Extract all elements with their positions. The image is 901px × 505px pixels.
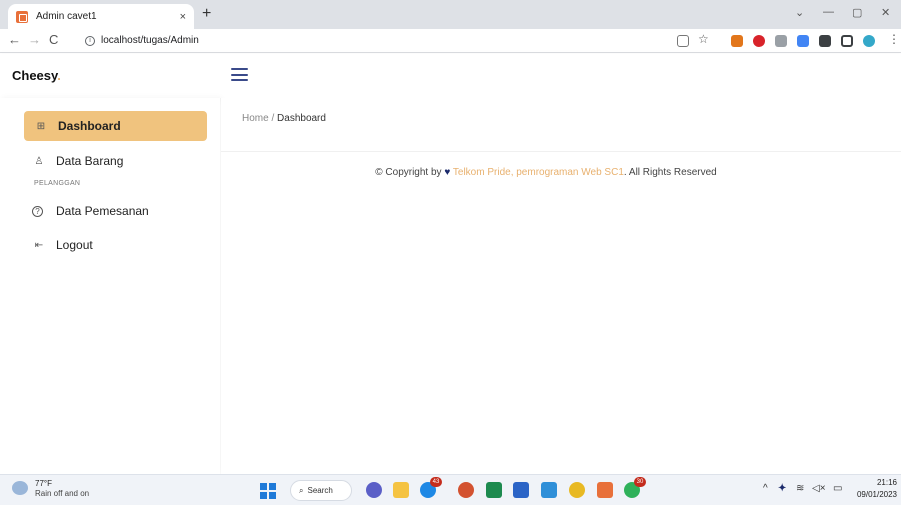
file-explorer-icon[interactable]: [393, 482, 409, 498]
sidebar-item-data-pemesanan[interactable]: ? Data Pemesanan: [24, 198, 149, 224]
browser-tab[interactable]: Admin cavet1 ×: [8, 4, 194, 29]
logout-icon: ⇤: [34, 239, 44, 251]
brand-name: Cheesy: [12, 68, 58, 83]
app-header: Cheesy.: [0, 54, 901, 98]
address-url: localhost/tugas/Admin: [101, 35, 199, 46]
sidebar-item-data-barang[interactable]: ♙ Data Barang: [24, 148, 124, 174]
footer-link[interactable]: Telkom Pride, pemrograman Web SC1: [453, 167, 624, 178]
sidebar-item-label: Data Pemesanan: [56, 204, 149, 218]
extensions-puzzle-icon[interactable]: [819, 35, 831, 47]
weather-rain-icon[interactable]: [12, 481, 28, 495]
breadcrumb-home[interactable]: Home: [242, 113, 269, 124]
excel-icon[interactable]: [486, 482, 502, 498]
close-window-button[interactable]: ✕: [881, 6, 890, 19]
sidebar-item-label: Logout: [56, 238, 93, 252]
site-info-icon[interactable]: i: [85, 35, 95, 46]
side-panel-icon[interactable]: [841, 35, 853, 47]
minimize-button[interactable]: —: [823, 6, 834, 18]
content-divider: [221, 151, 901, 152]
breadcrumb: Home / Dashboard: [242, 113, 326, 124]
battery-icon[interactable]: ▭: [833, 483, 842, 494]
windows-taskbar: 77°F Rain off and on ⌕ Search 43 30 ^ ✦ …: [0, 474, 901, 505]
maximize-button[interactable]: ▢: [852, 6, 862, 19]
tab-close-icon[interactable]: ×: [180, 11, 186, 23]
browser-tab-strip: Admin cavet1 × + ⌄ — ▢ ✕: [0, 0, 901, 29]
sidebar-item-label: Dashboard: [58, 119, 121, 133]
chrome-icon[interactable]: [569, 482, 585, 498]
dropbox-tray-icon[interactable]: ✦: [778, 483, 786, 494]
weather-temperature[interactable]: 77°F: [35, 479, 52, 488]
sidebar-section-heading: PELANGGAN: [34, 180, 81, 187]
sidebar-item-logout[interactable]: ⇤ Logout: [24, 232, 93, 258]
reload-button[interactable]: C: [49, 32, 58, 47]
heart-icon: ♥: [444, 167, 451, 178]
browser-menu-icon[interactable]: ⋮: [888, 32, 900, 46]
taskbar-search-box[interactable]: ⌕ Search: [290, 480, 352, 501]
profile-avatar-icon[interactable]: [863, 35, 875, 47]
brand-dot: .: [57, 68, 61, 83]
teams-chat-icon[interactable]: [366, 482, 382, 498]
clock-date[interactable]: 09/01/2023: [857, 490, 897, 499]
brand-logo[interactable]: Cheesy.: [12, 68, 61, 83]
address-bar[interactable]: i localhost/tugas/Admin: [85, 31, 715, 50]
clock-time[interactable]: 21:16: [877, 478, 897, 487]
metamask-extension-icon[interactable]: [731, 35, 743, 47]
wifi-icon[interactable]: ≋: [796, 483, 804, 494]
word-icon[interactable]: [513, 482, 529, 498]
sidebar-item-dashboard[interactable]: ⊞ Dashboard: [24, 111, 207, 141]
sidebar: ⊞ Dashboard ♙ Data Barang PELANGGAN ? Da…: [0, 98, 220, 474]
copyright-footer: © Copyright by ♥ Telkom Pride, pemrogram…: [221, 167, 871, 178]
user-icon: ♙: [34, 155, 44, 167]
weather-description[interactable]: Rain off and on: [35, 489, 89, 498]
footer-suffix: . All Rights Reserved: [623, 167, 717, 178]
bookmark-star-icon[interactable]: ☆: [698, 32, 709, 46]
tab-search-chevron-icon[interactable]: ⌄: [795, 6, 804, 19]
help-circle-icon: ?: [32, 205, 43, 217]
new-tab-button[interactable]: +: [202, 5, 211, 23]
tab-title: Admin cavet1: [36, 11, 97, 22]
main-content: Home / Dashboard © Copyright by ♥ Telkom…: [221, 98, 901, 474]
opera-extension-icon[interactable]: [753, 35, 765, 47]
breadcrumb-separator: /: [271, 113, 275, 124]
search-icon: ⌕: [299, 485, 304, 495]
menu-toggle-icon[interactable]: [231, 68, 248, 81]
footer-prefix: © Copyright by: [375, 167, 442, 178]
vscode-icon[interactable]: [541, 482, 557, 498]
notification-badge: 43: [430, 477, 442, 487]
browser-toolbar: ← → C i localhost/tugas/Admin ☆ ⋮: [0, 29, 901, 53]
whatsapp-icon[interactable]: 30: [624, 477, 646, 498]
edge-browser-icon[interactable]: 43: [420, 477, 442, 498]
grid-icon: ⊞: [36, 120, 46, 132]
powerpoint-icon[interactable]: [458, 482, 474, 498]
back-button[interactable]: ←: [8, 32, 21, 47]
breadcrumb-current: Dashboard: [277, 113, 326, 124]
tray-overflow-chevron-icon[interactable]: ^: [763, 483, 768, 494]
site-favicon-icon: [16, 10, 28, 23]
volume-muted-icon[interactable]: ◁×: [812, 483, 826, 494]
windows-start-icon[interactable]: [260, 483, 276, 499]
search-label: Search: [307, 486, 333, 495]
notification-badge: 30: [634, 477, 646, 487]
camera-extension-icon[interactable]: [775, 35, 787, 47]
docs-extension-icon[interactable]: [797, 35, 809, 47]
share-icon[interactable]: [677, 35, 689, 47]
xampp-icon[interactable]: [597, 482, 613, 498]
forward-button[interactable]: →: [28, 32, 41, 47]
sidebar-item-label: Data Barang: [56, 154, 124, 168]
